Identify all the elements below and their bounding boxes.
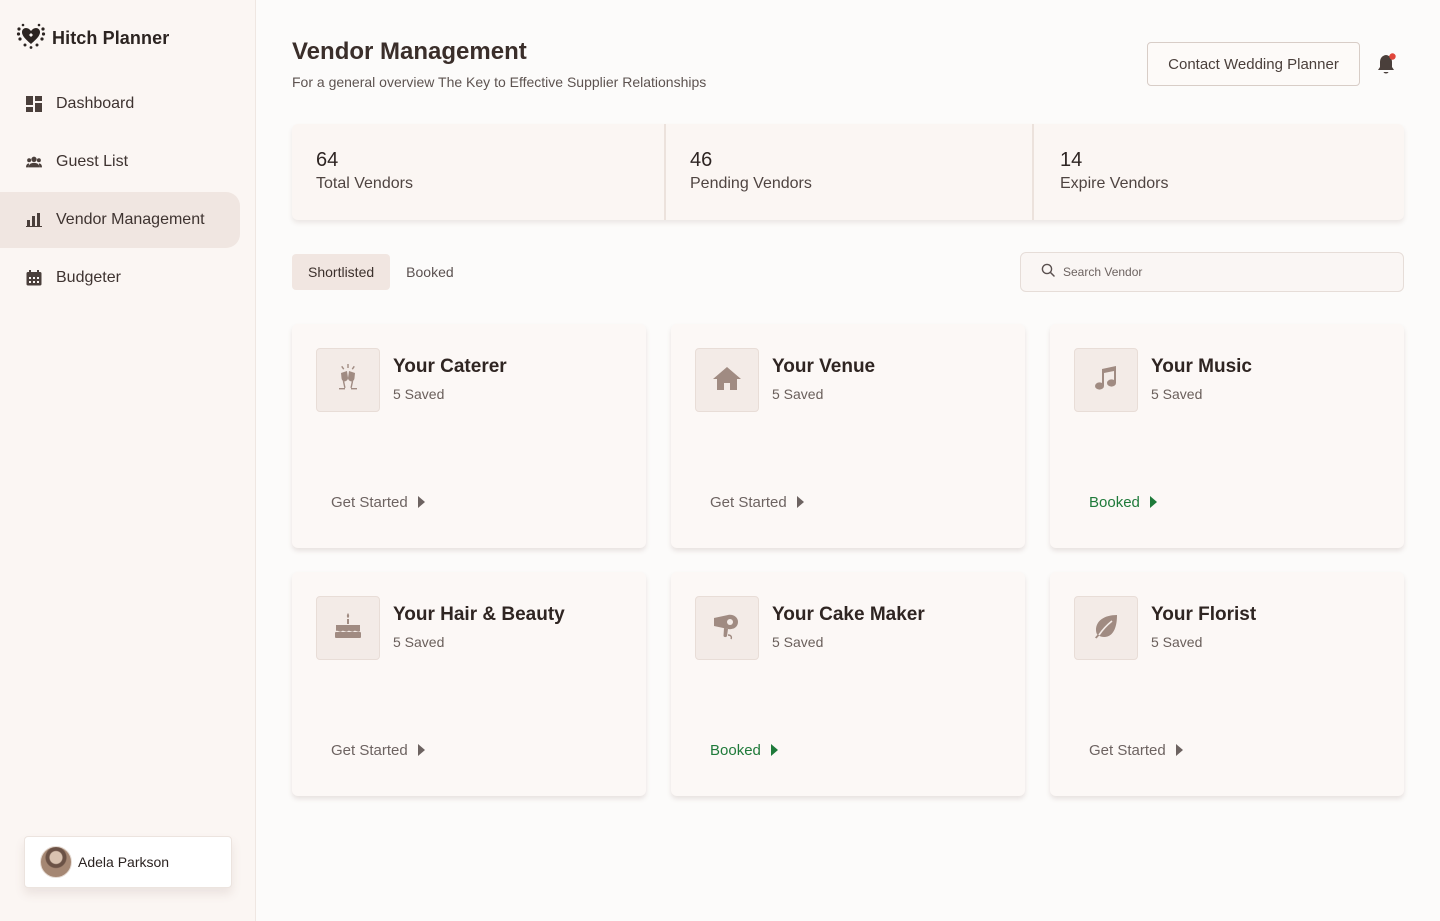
- house-icon: [712, 365, 742, 396]
- card-title: Your Venue: [772, 356, 876, 377]
- card-icon-box: [1074, 596, 1138, 660]
- people-icon: [26, 154, 42, 170]
- card-icon-box: [1074, 348, 1138, 412]
- card-icon-box: [316, 348, 380, 412]
- cheers-glasses-icon: [333, 363, 363, 398]
- card-saved-count: 5 Saved: [1151, 386, 1203, 402]
- dashboard-icon: [26, 96, 42, 112]
- card-title: Your Music: [1151, 356, 1252, 377]
- sidebar-item-label: Dashboard: [56, 95, 135, 112]
- cake-icon: [333, 611, 363, 646]
- sidebar-item-label: Vendor Management: [56, 211, 205, 228]
- calendar-icon: [26, 270, 42, 286]
- bar-chart-icon: [26, 212, 42, 228]
- sidebar: Hitch Planner Dashboard Guest List Vendo…: [0, 0, 256, 921]
- get-started-button[interactable]: Get Started: [331, 492, 425, 512]
- notification-bell-icon[interactable]: [1376, 52, 1398, 76]
- stat-label: Pending Vendors: [690, 175, 812, 192]
- sidebar-item-label: Budgeter: [56, 269, 121, 286]
- stat-pending-vendors: 46 Pending Vendors: [664, 124, 1032, 220]
- stat-value: 64: [316, 149, 339, 171]
- page-subtitle: For a general overview The Key to Effect…: [292, 74, 707, 90]
- tab-booked[interactable]: Booked: [390, 254, 469, 290]
- card-saved-count: 5 Saved: [393, 634, 445, 650]
- sidebar-item-budgeter[interactable]: Budgeter: [0, 250, 240, 306]
- vendor-card-venue[interactable]: Your Venue 5 Saved Get Started: [671, 324, 1025, 548]
- vendor-stats-panel: 64 Total Vendors 46 Pending Vendors 14 E…: [292, 124, 1404, 220]
- card-action-label: Get Started: [1089, 741, 1166, 759]
- get-started-button[interactable]: Get Started: [331, 740, 425, 760]
- vendor-card-cake-maker[interactable]: Your Cake Maker 5 Saved Booked: [671, 572, 1025, 796]
- card-title: Your Hair & Beauty: [393, 604, 565, 625]
- card-action-label: Booked: [1089, 493, 1140, 511]
- get-started-button[interactable]: Get Started: [1089, 740, 1183, 760]
- vendor-card-hair-beauty[interactable]: Your Hair & Beauty 5 Saved Get Started: [292, 572, 646, 796]
- sidebar-item-dashboard[interactable]: Dashboard: [0, 76, 240, 132]
- booked-status-button[interactable]: Booked: [710, 740, 778, 760]
- leaf-icon: [1092, 612, 1120, 645]
- user-name: Adela Parkson: [78, 854, 170, 870]
- card-icon-box: [316, 596, 380, 660]
- card-saved-count: 5 Saved: [393, 386, 445, 402]
- card-saved-count: 5 Saved: [1151, 634, 1203, 650]
- hair-dryer-icon: [712, 611, 742, 646]
- user-profile-card[interactable]: Adela Parkson: [24, 836, 232, 888]
- card-icon-box: [695, 596, 759, 660]
- triangle-right-icon: [796, 496, 804, 508]
- avatar: [40, 846, 72, 878]
- get-started-button[interactable]: Get Started: [710, 492, 804, 512]
- music-note-icon: [1092, 364, 1120, 397]
- heart-wreath-logo-icon: [16, 23, 46, 54]
- stat-total-vendors: 64 Total Vendors: [292, 124, 664, 220]
- triangle-right-icon: [770, 744, 778, 756]
- card-action-label: Booked: [710, 741, 761, 759]
- stat-expire-vendors: 14 Expire Vendors: [1032, 124, 1404, 220]
- search-icon: [1041, 263, 1055, 282]
- triangle-right-icon: [417, 496, 425, 508]
- stat-label: Expire Vendors: [1060, 175, 1169, 192]
- card-title: Your Florist: [1151, 604, 1257, 625]
- triangle-right-icon: [1175, 744, 1183, 756]
- brand-name: Hitch Planner: [52, 27, 170, 48]
- sidebar-item-label: Guest List: [56, 153, 129, 170]
- vendor-tabs: Shortlisted Booked: [292, 254, 470, 290]
- tab-shortlisted[interactable]: Shortlisted: [292, 254, 391, 290]
- stat-value: 46: [690, 149, 713, 171]
- sidebar-item-vendor-management[interactable]: Vendor Management: [0, 192, 240, 248]
- page-title: Vendor Management: [292, 38, 527, 65]
- vendor-card-florist[interactable]: Your Florist 5 Saved Get Started: [1050, 572, 1404, 796]
- booked-status-button[interactable]: Booked: [1089, 492, 1157, 512]
- card-icon-box: [695, 348, 759, 412]
- card-title: Your Cake Maker: [772, 604, 925, 625]
- triangle-right-icon: [417, 744, 425, 756]
- vendor-card-music[interactable]: Your Music 5 Saved Booked: [1050, 324, 1404, 548]
- vendor-card-caterer[interactable]: Your Caterer 5 Saved Get Started: [292, 324, 646, 548]
- contact-wedding-planner-button[interactable]: Contact Wedding Planner: [1147, 42, 1360, 86]
- brand[interactable]: Hitch Planner: [16, 23, 170, 54]
- sidebar-item-guest-list[interactable]: Guest List: [0, 134, 240, 190]
- sidebar-nav: Dashboard Guest List Vendor Management B…: [0, 76, 256, 308]
- card-action-label: Get Started: [331, 741, 408, 759]
- stat-label: Total Vendors: [316, 175, 413, 192]
- card-action-label: Get Started: [710, 493, 787, 511]
- card-saved-count: 5 Saved: [772, 634, 824, 650]
- search-input[interactable]: [1063, 265, 1363, 279]
- triangle-right-icon: [1149, 496, 1157, 508]
- card-action-label: Get Started: [331, 493, 408, 511]
- card-title: Your Caterer: [393, 356, 507, 377]
- stat-value: 14: [1060, 149, 1083, 171]
- search-box: [1020, 252, 1404, 292]
- card-saved-count: 5 Saved: [772, 386, 824, 402]
